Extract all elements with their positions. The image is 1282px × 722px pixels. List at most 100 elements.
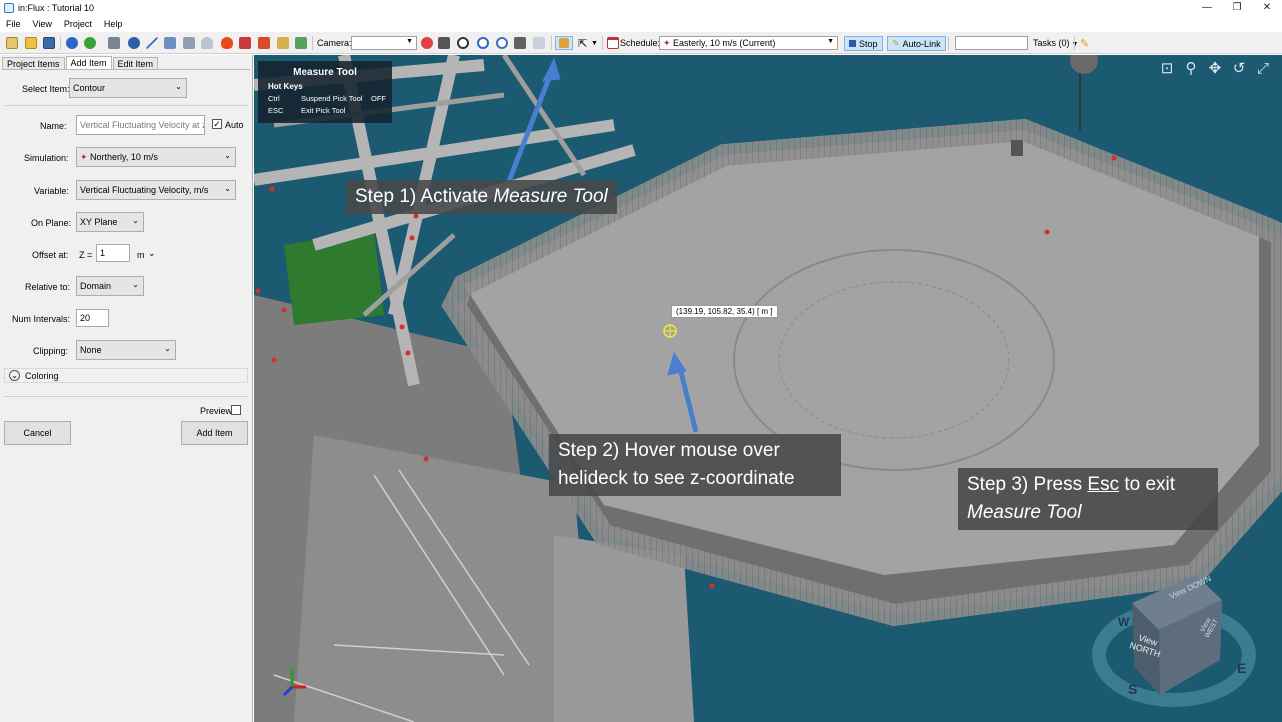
chart-icon[interactable] (258, 36, 270, 50)
hotkey-esc: ESC (268, 106, 284, 115)
open-folder-icon[interactable] (25, 36, 37, 50)
close-button[interactable]: ✕ (1252, 0, 1282, 17)
image-icon[interactable] (295, 36, 307, 50)
schedule-select[interactable]: ✦ Easterly, 10 m/s (Current) ▼ (659, 36, 838, 50)
isosurface-icon[interactable] (201, 36, 213, 50)
3d-viewport[interactable]: View DOWN View NORTH View WEST E S W ⊡ ⚲… (254, 55, 1282, 722)
title-bar: in:Flux : Tutorial 10 — ❐ ✕ (0, 0, 1282, 17)
add-item-button[interactable]: Add Item (181, 421, 248, 445)
export-icon[interactable] (277, 36, 289, 50)
clipping-dropdown[interactable]: None ⌄ (76, 340, 176, 360)
hotkeys-label: Hot Keys (268, 82, 303, 91)
step2-line1: Step 2) Hover mouse over (558, 440, 780, 461)
new-project-icon[interactable] (6, 36, 18, 50)
relative-to-label: Relative to: (25, 282, 71, 292)
chevron-down-icon: ⌄ (224, 184, 231, 193)
offset-input[interactable]: 1 (96, 244, 130, 262)
step3-tool-name: Measure Tool (967, 502, 1082, 523)
report-icon[interactable] (239, 36, 251, 50)
clipping-label: Clipping: (33, 346, 69, 356)
fire-icon[interactable] (221, 36, 233, 50)
step3-callout: Step 3) Press Esc to exit Measure Tool (958, 468, 1218, 530)
step2-callout: Step 2) Hover mouse over helideck to see… (549, 434, 841, 496)
line-icon[interactable] (146, 36, 158, 50)
cancel-button[interactable]: Cancel (4, 421, 71, 445)
plane-icon[interactable] (164, 36, 176, 50)
layout-icon[interactable] (533, 36, 545, 50)
capture-camera-icon[interactable] (438, 36, 450, 50)
preview-checkbox[interactable] (231, 405, 241, 415)
chevron-down-icon: ▼ (406, 38, 413, 45)
stop-button[interactable]: Stop (844, 36, 883, 51)
pencil-icon[interactable]: ✎ (1080, 36, 1089, 50)
pointer-dropdown-icon[interactable]: ▼ (591, 36, 598, 50)
chevron-down-icon: ⌄ (164, 344, 171, 353)
geometry-icon[interactable] (108, 36, 120, 50)
run-icon[interactable] (84, 36, 96, 50)
delete-camera-icon[interactable] (421, 36, 433, 50)
info-icon[interactable] (66, 36, 78, 50)
zoom-region-icon[interactable]: ⊡ (1158, 61, 1176, 77)
view-navigation: ⊡ ⚲ ✥ ↺ ⤢ (1158, 61, 1272, 77)
chevron-down-icon: ▼ (827, 38, 834, 45)
target-icon[interactable] (477, 36, 489, 50)
num-intervals-input[interactable]: 20 (76, 309, 109, 327)
coloring-section[interactable]: ⌄ Coloring (4, 368, 248, 383)
rotate-icon[interactable]: ↺ (1230, 61, 1248, 77)
menu-file[interactable]: File (0, 17, 27, 32)
tab-add-item[interactable]: Add Item (65, 56, 112, 70)
search-field[interactable] (955, 36, 1028, 50)
save-icon[interactable] (43, 36, 55, 50)
step1-callout: Step 1) Activate Measure Tool (346, 180, 617, 214)
fullscreen-icon[interactable]: ⤢ (1254, 61, 1272, 77)
variable-label: Variable: (34, 186, 69, 196)
step1-tool-name: Measure Tool (493, 186, 608, 207)
measure-tool-panel: Measure Tool Hot Keys Ctrl Suspend Pick … (258, 61, 392, 123)
pointer-icon[interactable]: ⇱ (578, 36, 587, 50)
fit-view-icon[interactable] (496, 36, 508, 50)
tasks-dropdown[interactable]: Tasks (0) ▼ (1033, 38, 1078, 48)
restore-button[interactable]: ❐ (1222, 0, 1252, 17)
auto-link-button[interactable]: ✎ Auto-Link (887, 36, 946, 51)
offset-axis-label: Z = (79, 250, 93, 260)
particles-icon[interactable] (183, 36, 195, 50)
simulation-dropdown[interactable]: ✦ Northerly, 10 m/s ⌄ (76, 147, 236, 167)
wind-icon: ✦ (80, 152, 91, 162)
schedule-label: Schedule: (620, 38, 661, 48)
camera-label: Camera: (317, 38, 352, 48)
chevron-down-icon: ⌄ (132, 216, 139, 225)
pan-icon[interactable]: ✥ (1206, 61, 1224, 77)
relative-to-dropdown[interactable]: Domain ⌄ (76, 276, 144, 296)
unit-chevron-icon[interactable]: ⌄ (148, 248, 156, 259)
compass-west[interactable]: W (1118, 615, 1129, 629)
probe-icon[interactable] (128, 36, 140, 50)
preview-label: Preview (200, 406, 233, 416)
name-input[interactable]: Vertical Fluctuating Velocity at z = 1 (76, 115, 205, 135)
select-item-dropdown[interactable]: Contour ⌄ (69, 78, 187, 98)
step1-text: Step 1) Activate (355, 186, 494, 207)
num-intervals-label: Num Intervals: (12, 314, 71, 324)
add-item-form: Select Item: Contour ⌄ Name: Vertical Flu… (2, 69, 250, 720)
measure-tool-icon[interactable] (555, 36, 573, 50)
coloring-label: Coloring (25, 371, 59, 381)
auto-checkbox[interactable]: ✓ (212, 119, 222, 129)
hotkey-ctrl-value: OFF (371, 94, 386, 103)
compass-south[interactable]: S (1128, 681, 1137, 697)
variable-dropdown[interactable]: Vertical Fluctuating Velocity, m/s ⌄ (76, 180, 236, 200)
offset-label: Offset at: (32, 250, 69, 260)
compass-east[interactable]: E (1237, 660, 1246, 676)
expand-chevron-icon[interactable]: ⌄ (9, 370, 20, 381)
menu-help[interactable]: Help (98, 17, 129, 32)
coordinate-readout: (139.19, 105.82, 35.4) [ m ] (671, 305, 778, 318)
offset-unit-label: m (137, 250, 145, 260)
on-plane-dropdown[interactable]: XY Plane ⌄ (76, 212, 144, 232)
on-plane-label: On Plane: (31, 218, 72, 228)
auto-label: Auto (225, 120, 244, 130)
grid-icon[interactable] (514, 36, 526, 50)
menu-project[interactable]: Project (58, 17, 98, 32)
camera-select[interactable]: ▼ (351, 36, 417, 50)
zoom-icon[interactable]: ⚲ (1182, 61, 1200, 77)
orbit-icon[interactable] (457, 36, 469, 50)
menu-view[interactable]: View (27, 17, 58, 32)
minimize-button[interactable]: — (1192, 0, 1222, 17)
